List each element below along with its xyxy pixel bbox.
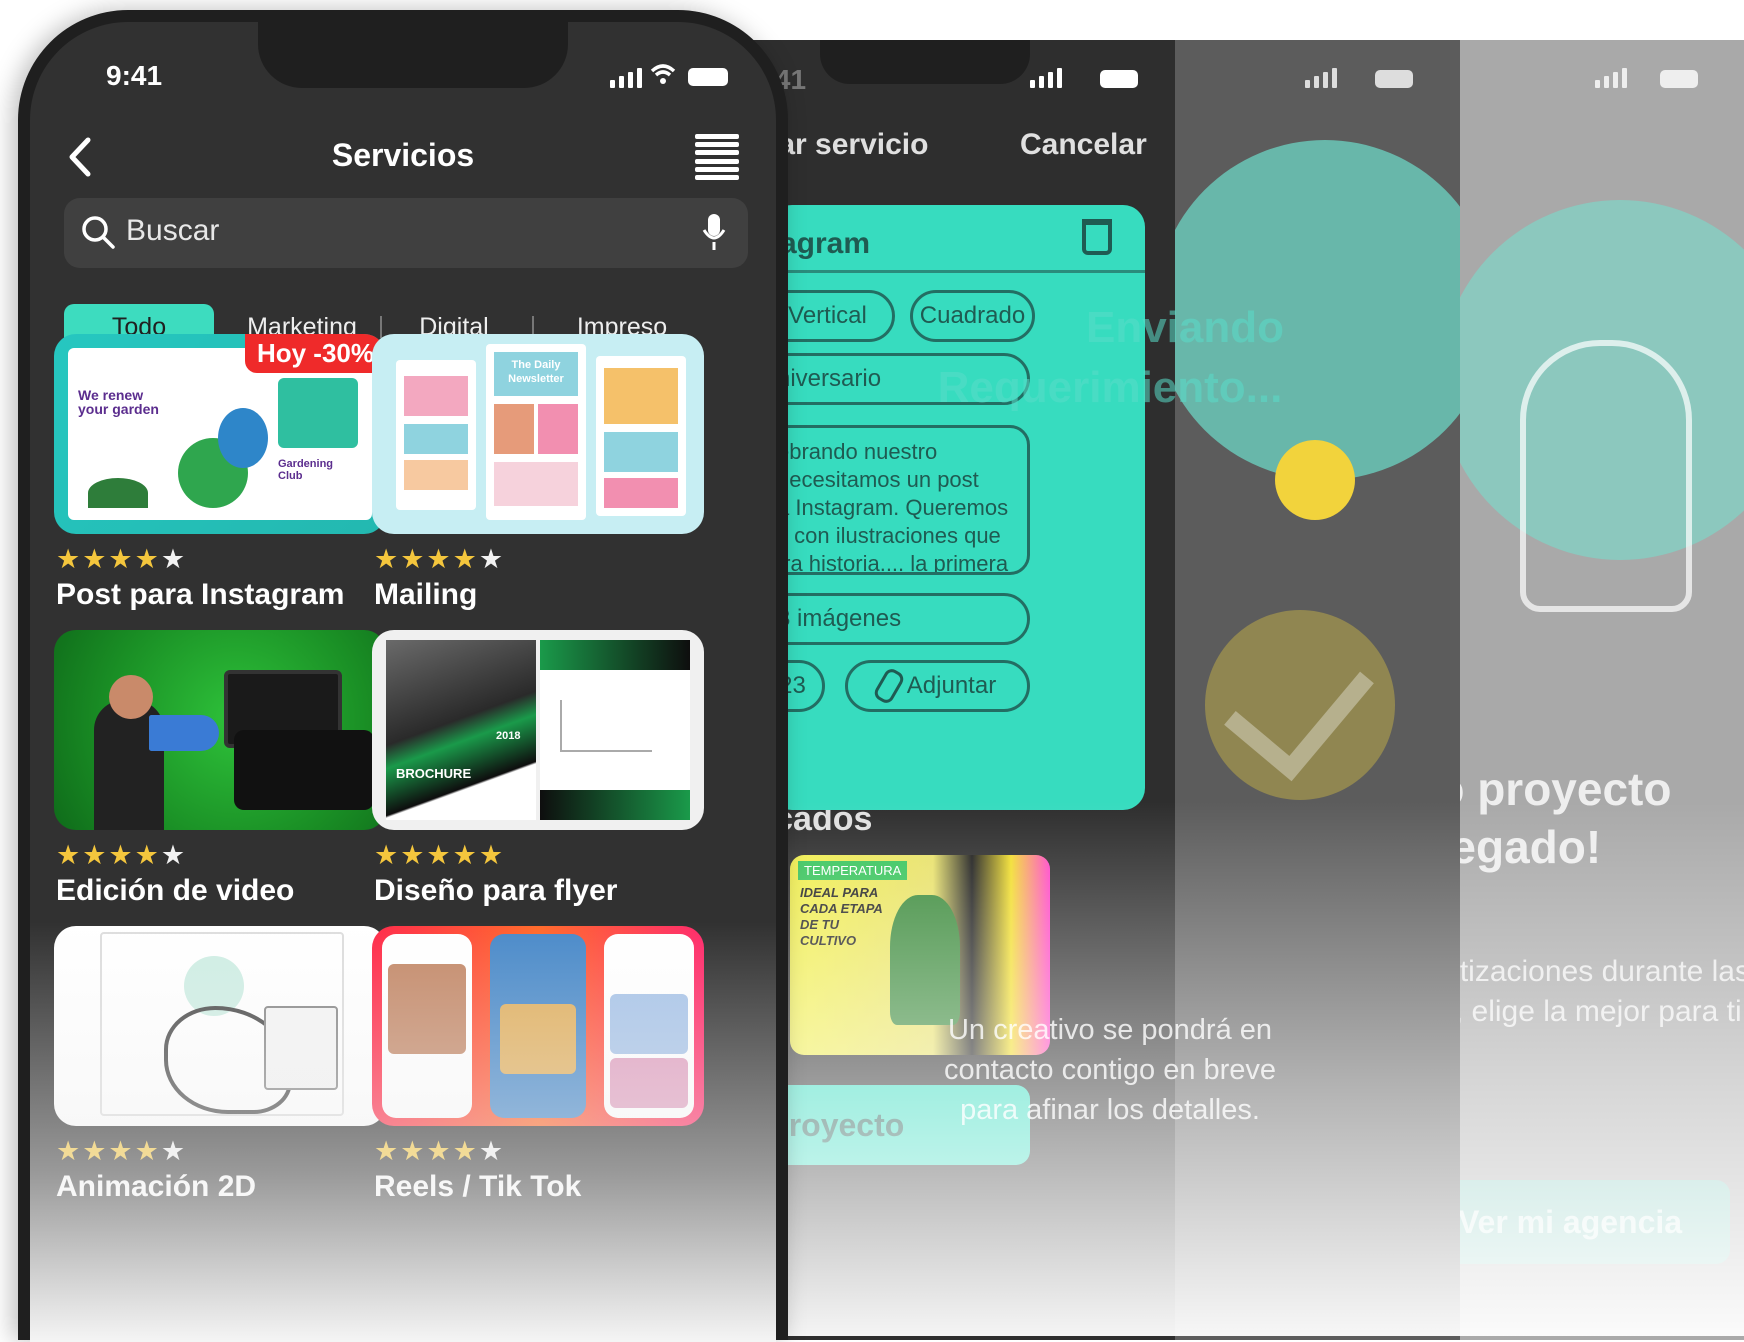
discount-badge: Hoy -30% [244, 334, 386, 373]
signal-icon [1305, 68, 1337, 88]
preview-text: We renew your garden [78, 387, 159, 417]
images-field[interactable]: 3 imágenes [760, 593, 1030, 645]
gardener-icon [218, 408, 268, 468]
trash-icon[interactable] [1082, 219, 1112, 255]
sending-title: Enviando Requerimiento... [937, 303, 1285, 412]
rating-stars: ★★★★★ [374, 544, 506, 575]
brochure-year: 2018 [496, 730, 521, 742]
services-screen: 9:41 Servicios Buscar Todo Marketing Dig… [30, 22, 776, 1342]
view-agency-button[interactable]: Ver mi agencia [1460, 1180, 1730, 1264]
rating-stars: ★★★★★ [374, 840, 506, 871]
sending-message: Un creativo se pondrá en contacto contig… [943, 1014, 1277, 1126]
divider [770, 270, 1145, 273]
request-card: agram Vertical Cuadrado niversario ebran… [760, 205, 1145, 810]
rating-stars: ★★★★★ [56, 840, 188, 871]
confirmation-title: ¡Nuevo proyecto agregado! [1460, 763, 1672, 873]
service-card-flyer[interactable]: BROCHURE 2018 [372, 630, 704, 830]
phone-mockup [490, 934, 586, 1118]
plant-icon [88, 478, 148, 508]
camera-icon [234, 730, 374, 810]
megaphone-icon [149, 715, 219, 751]
battery-icon [688, 68, 728, 86]
notch [820, 40, 1030, 84]
plant-icon [890, 895, 960, 1025]
newsletter-preview [396, 360, 476, 510]
search-icon [82, 216, 115, 249]
signal-icon [1595, 68, 1627, 88]
service-card-instagram[interactable]: We renew your garden Gardening Club Hoy … [54, 334, 386, 534]
rating-stars: ★★★★★ [374, 1136, 506, 1167]
service-card-video[interactable] [54, 630, 386, 830]
newsletter-preview: The Daily Newsletter [486, 344, 586, 520]
description-field[interactable]: ebrando nuestro necesitamos un post a In… [760, 425, 1030, 575]
phone-mockup [604, 934, 694, 1118]
menu-button[interactable] [695, 134, 739, 180]
phone-frame: 9:41 Servicios Buscar Todo Marketing Dig… [18, 10, 788, 1342]
preview-panel [278, 378, 358, 448]
battery-icon [1375, 70, 1413, 88]
brochure-title: BROCHURE [396, 766, 472, 781]
service-name: Diseño para flyer [374, 874, 618, 907]
confirmation-screen: ¡Nuevo proyecto agregado! Recibe cotizac… [1460, 40, 1744, 1340]
notch [258, 22, 568, 88]
signal-icon [610, 68, 642, 88]
preview-text: Gardening Club [278, 458, 334, 482]
service-name: Post para Instagram [56, 578, 345, 611]
confirmation-body: Recibe cotizaciones durante las próximas… [1460, 955, 1744, 1028]
service-name: Reels / Tik Tok [374, 1170, 582, 1203]
brochure-page [540, 640, 690, 820]
battery-icon [1660, 70, 1698, 88]
rating-stars: ★★★★★ [56, 1136, 188, 1167]
service-name: Mailing [374, 578, 478, 611]
battery-icon [1100, 70, 1138, 88]
rating-stars: ★★★★★ [56, 544, 188, 575]
paperclip-icon [871, 666, 906, 706]
person-head [109, 675, 153, 719]
attach-button[interactable]: Adjuntar [845, 660, 1030, 712]
thumb-text: IDEAL PARA CADA ETAPA DE TU CULTIVO [800, 885, 883, 948]
phone-mockup [382, 934, 472, 1118]
service-card-reels[interactable] [372, 926, 704, 1126]
instagram-preview: We renew your garden Gardening Club [68, 348, 372, 520]
card-title: agram [780, 227, 871, 260]
microphone-icon[interactable] [700, 212, 728, 252]
sending-screen [1175, 40, 1465, 1340]
illustration-hand [1520, 340, 1692, 612]
status-time: 9:41 [106, 60, 163, 91]
newsletter-title: The Daily Newsletter [494, 352, 578, 396]
ui-panel [264, 1006, 338, 1090]
search-input[interactable]: Buscar [126, 214, 219, 248]
wifi-icon [650, 62, 676, 88]
service-name: Edición de video [56, 874, 295, 907]
signal-icon [1030, 68, 1062, 88]
attach-label: Adjuntar [906, 672, 997, 699]
search-bar[interactable]: Buscar [64, 198, 748, 268]
service-name: Animación 2D [56, 1170, 257, 1203]
thumb-tag: TEMPERATURA [798, 861, 908, 880]
cancel-button[interactable]: Cancelar [1020, 128, 1147, 162]
brochure-cover: BROCHURE 2018 [386, 640, 536, 820]
service-card-animation[interactable] [54, 926, 386, 1126]
decor-dot [1275, 440, 1355, 520]
page-title: Servicios [331, 137, 475, 173]
service-card-mailing[interactable]: The Daily Newsletter [372, 334, 704, 534]
newsletter-preview [596, 356, 686, 516]
